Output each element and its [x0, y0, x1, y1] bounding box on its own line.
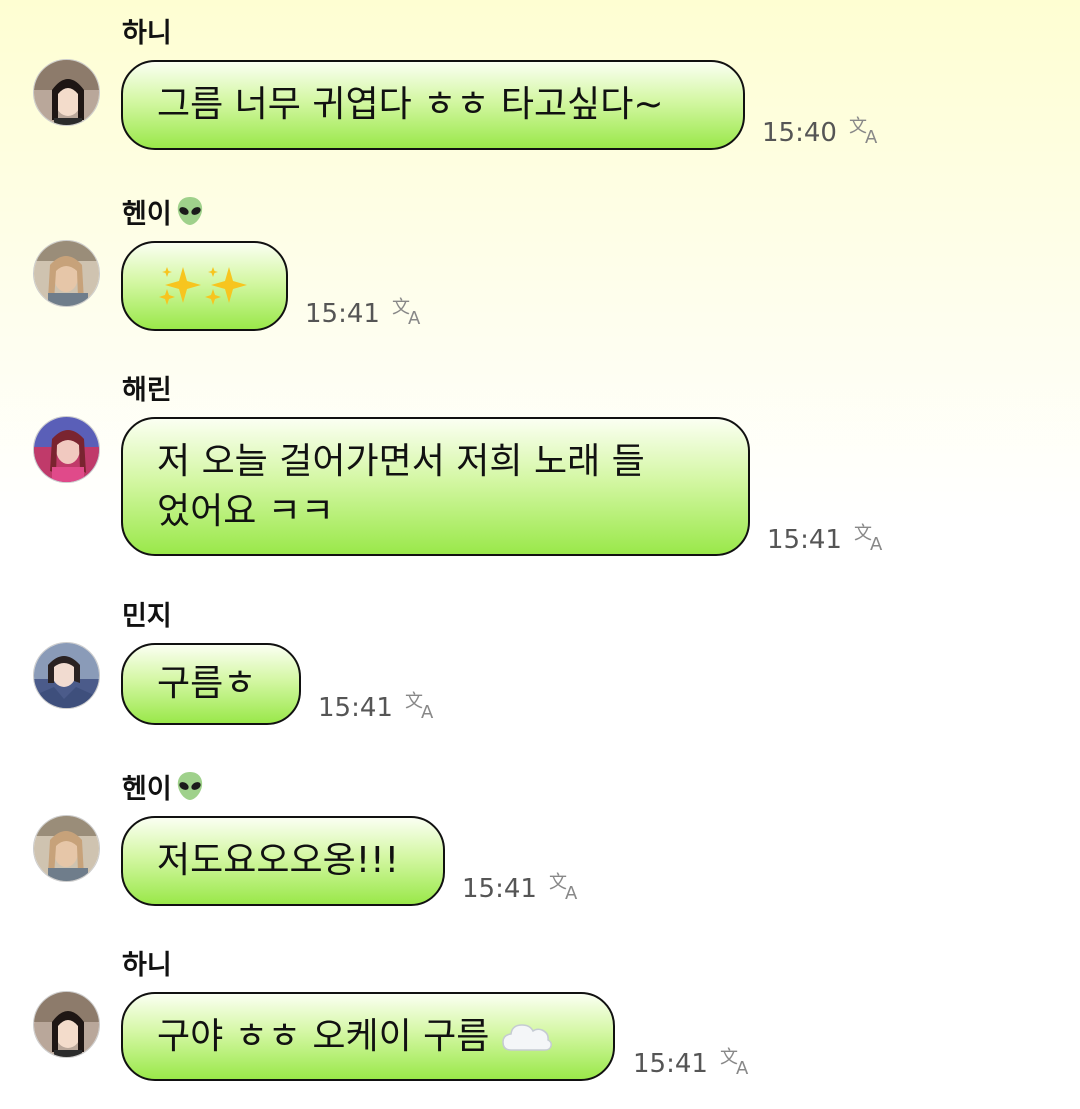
- svg-text:A: A: [736, 1058, 749, 1076]
- sparkles-emoji: [205, 267, 247, 305]
- translate-icon[interactable]: 文 A: [392, 296, 428, 326]
- message-text: 구야 ㅎㅎ 오케이 구름: [157, 1015, 490, 1057]
- message-bubble[interactable]: 구야 ㅎㅎ 오케이 구름: [121, 992, 615, 1081]
- translate-icon[interactable]: 文 A: [720, 1046, 756, 1076]
- message-text: 저도요오오옹!!!: [157, 840, 400, 881]
- sparkles-emoji: [159, 267, 201, 305]
- translate-icon[interactable]: 文 A: [854, 522, 890, 552]
- avatar[interactable]: [33, 240, 100, 307]
- message-line: 저 오늘 걸어가면서 저희 노래 들: [157, 441, 645, 482]
- sender-name: 하니: [122, 950, 172, 981]
- sender-name-text: 헨이: [122, 774, 172, 805]
- message-text: 저 오늘 걸어가면서 저희 노래 들 었어요 ㅋㅋ: [157, 437, 645, 537]
- timestamp: 15:41: [462, 874, 537, 904]
- timestamp: 15:41: [305, 299, 380, 329]
- svg-text:A: A: [421, 702, 434, 720]
- svg-text:A: A: [565, 883, 578, 901]
- message-bubble[interactable]: 구름ㅎ: [121, 643, 301, 725]
- timestamp: 15:41: [318, 693, 393, 723]
- translate-icon[interactable]: 文 A: [549, 871, 585, 901]
- sender-name-text: 헨이: [122, 199, 172, 230]
- sender-name: 헨이: [122, 195, 206, 231]
- avatar[interactable]: [33, 416, 100, 483]
- sender-name: 해린: [122, 375, 172, 406]
- message-text: 그름 너무 귀엽다 ㅎㅎ 타고싶다~: [157, 84, 664, 125]
- cloud-emoji: [502, 1023, 553, 1051]
- timestamp: 15:40: [762, 118, 837, 148]
- svg-text:A: A: [408, 308, 421, 326]
- timestamp: 15:41: [767, 525, 842, 555]
- translate-icon[interactable]: 文 A: [405, 690, 441, 720]
- avatar[interactable]: [33, 642, 100, 709]
- message-line: 었어요 ㅋㅋ: [157, 491, 335, 532]
- timestamp: 15:41: [633, 1049, 708, 1079]
- sender-name: 민지: [122, 601, 172, 632]
- alien-emoji: [177, 772, 202, 800]
- message-bubble[interactable]: 그름 너무 귀엽다 ㅎㅎ 타고싶다~: [121, 60, 745, 150]
- alien-emoji: [177, 197, 202, 225]
- message-bubble[interactable]: [121, 241, 288, 331]
- svg-text:A: A: [865, 127, 878, 145]
- sender-name: 하니: [122, 18, 172, 49]
- message-bubble[interactable]: 저 오늘 걸어가면서 저희 노래 들 었어요 ㅋㅋ: [121, 417, 750, 556]
- svg-text:A: A: [870, 534, 883, 552]
- message-text: 구름ㅎ: [157, 663, 257, 704]
- message-bubble[interactable]: 저도요오오옹!!!: [121, 816, 445, 906]
- translate-icon[interactable]: 文 A: [849, 115, 885, 145]
- sender-name: 헨이: [122, 770, 206, 806]
- avatar[interactable]: [33, 991, 100, 1058]
- avatar[interactable]: [33, 59, 100, 126]
- avatar[interactable]: [33, 815, 100, 882]
